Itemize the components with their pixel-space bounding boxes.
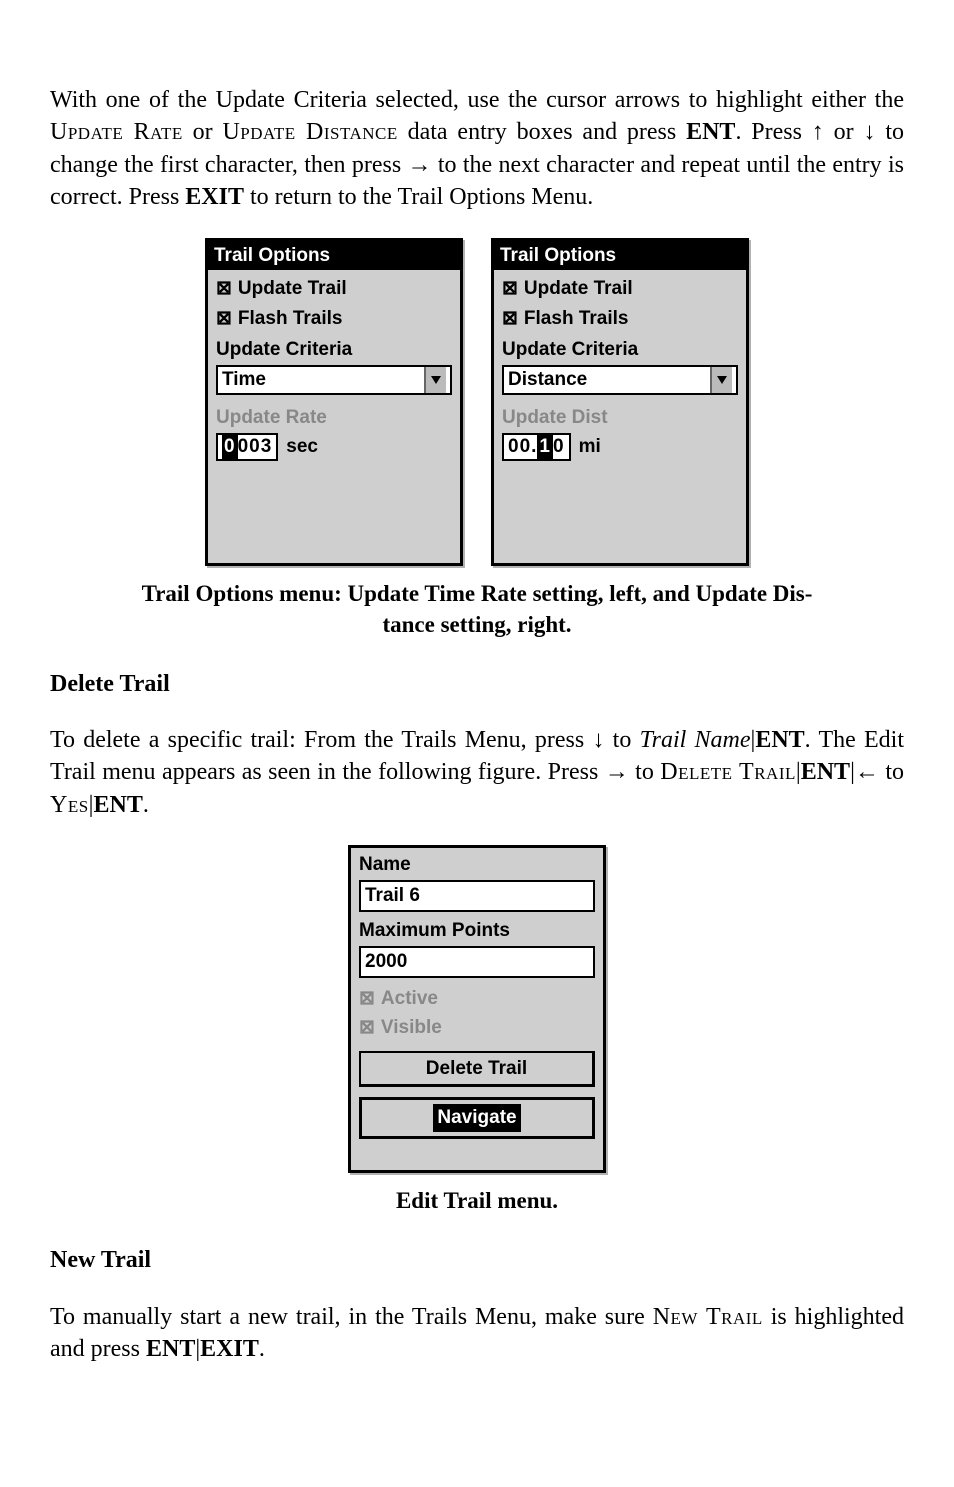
update-trail-checkbox[interactable]: ⊠ Update Trail (216, 276, 452, 302)
p1-s4: to return to the Trail Options Menu. (244, 184, 593, 210)
p1-or: or (183, 119, 223, 145)
p1-exit: EXIT (185, 184, 244, 210)
navigate-button[interactable]: Navigate (359, 1097, 595, 1139)
delete-trail-heading: Delete Trail (50, 668, 904, 700)
flash-trails-checkbox[interactable]: ⊠ Flash Trails (216, 306, 452, 332)
checked-box-icon: ⊠ (502, 306, 518, 332)
update-dist-input[interactable]: 00.10 (502, 433, 571, 461)
dt-yes: Yes (50, 792, 89, 818)
delete-trail-button-label: Delete Trail (426, 1058, 527, 1079)
update-rate-label: Update Rate (216, 405, 452, 431)
flash-trails-label: Flash Trails (524, 306, 629, 332)
p1-s2: data entry boxes and press (398, 119, 686, 145)
new-trail-paragraph: To manually start a new trail, in the Tr… (50, 1301, 904, 1366)
rate-char-highlight: 0 (222, 434, 238, 460)
dt-dot: . (143, 792, 149, 818)
dt-ent: ENT (755, 727, 804, 753)
caption-1b: tance setting, right. (382, 612, 571, 637)
rate-unit-sec: sec (286, 434, 318, 460)
checked-box-icon: ⊠ (502, 276, 518, 302)
max-points-input[interactable]: 2000 (359, 946, 595, 978)
trail-options-window-right: Trail Options ⊠ Update Trail ⊠ Flash Tra… (491, 238, 749, 566)
checked-box-icon: ⊠ (216, 276, 232, 302)
active-checkbox[interactable]: ⊠ Active (359, 986, 595, 1012)
flash-trails-checkbox[interactable]: ⊠ Flash Trails (502, 306, 738, 332)
dt-ent2: ENT (801, 759, 850, 785)
nt-nt: New Trail (653, 1304, 763, 1330)
flash-trails-label: Flash Trails (238, 306, 343, 332)
nt-exit: EXIT (200, 1336, 259, 1362)
name-value: Trail 6 (365, 883, 420, 909)
delete-trail-button[interactable]: Delete Trail (359, 1051, 595, 1088)
caption-1a: Trail Options menu: Update Time Rate set… (142, 581, 813, 606)
nt-dot: . (259, 1336, 265, 1362)
figure-2-caption: Edit Trail menu. (50, 1185, 904, 1216)
new-trail-heading: New Trail (50, 1244, 904, 1276)
max-points-value: 2000 (365, 949, 407, 975)
edit-trail-window: Name Trail 6 Maximum Points 2000 ⊠ Activ… (348, 845, 606, 1173)
max-points-label: Maximum Points (359, 918, 595, 944)
figure-row-2: Name Trail 6 Maximum Points 2000 ⊠ Activ… (50, 845, 904, 1173)
checked-box-icon: ⊠ (359, 1015, 375, 1041)
update-rate-input[interactable]: 0003 (216, 433, 278, 461)
update-trail-checkbox[interactable]: ⊠ Update Trail (502, 276, 738, 302)
checked-box-icon: ⊠ (216, 306, 232, 332)
trail-options-window-left: Trail Options ⊠ Update Trail ⊠ Flash Tra… (205, 238, 463, 566)
update-criteria-select[interactable]: Distance (502, 365, 738, 395)
update-criteria-label: Update Criteria (502, 337, 738, 363)
dt-arr: ← to (855, 759, 904, 785)
update-criteria-label: Update Criteria (216, 337, 452, 363)
p1-rate: Update Rate (50, 119, 183, 145)
dt-del: Delete Trail (660, 759, 796, 785)
name-label: Name (359, 852, 595, 878)
nt-ent: ENT (146, 1336, 195, 1362)
criteria-value-left: Time (222, 367, 424, 393)
name-input[interactable]: Trail 6 (359, 880, 595, 912)
delete-trail-paragraph: To delete a specific trail: From the Tra… (50, 724, 904, 821)
window-title-right: Trail Options (494, 241, 746, 271)
dt-name: Trail Name (640, 727, 751, 753)
window-title-left: Trail Options (208, 241, 460, 271)
figure-1-caption: Trail Options menu: Update Time Rate set… (50, 578, 904, 640)
dist-post: 0 (553, 434, 565, 460)
update-criteria-select[interactable]: Time (216, 365, 452, 395)
dist-char-highlight: 1 (537, 434, 553, 460)
p1-text: With one of the Update Criteria selected… (50, 87, 904, 113)
update-trail-label: Update Trail (524, 276, 633, 302)
dt-ent3: ENT (93, 792, 142, 818)
dt-p1a: To delete a specific trail: From the Tra… (50, 727, 640, 753)
nt-p1a: To manually start a new trail, in the Tr… (50, 1304, 653, 1330)
active-label: Active (381, 986, 438, 1012)
dropdown-arrow-icon (424, 367, 446, 393)
p1-ent1: ENT (686, 119, 735, 145)
criteria-value-right: Distance (508, 367, 710, 393)
figure-row-1: Trail Options ⊠ Update Trail ⊠ Flash Tra… (50, 238, 904, 566)
dist-pre: 00. (508, 434, 537, 460)
intro-paragraph: With one of the Update Criteria selected… (50, 84, 904, 214)
navigate-button-label: Navigate (433, 1104, 520, 1132)
p1-dist: Update Distance (222, 119, 397, 145)
rate-rest: 003 (238, 434, 273, 460)
update-trail-label: Update Trail (238, 276, 347, 302)
dropdown-arrow-icon (710, 367, 732, 393)
checked-box-icon: ⊠ (359, 986, 375, 1012)
visible-checkbox[interactable]: ⊠ Visible (359, 1015, 595, 1041)
dist-unit-mi: mi (579, 434, 601, 460)
update-dist-label: Update Dist (502, 405, 738, 431)
visible-label: Visible (381, 1015, 442, 1041)
